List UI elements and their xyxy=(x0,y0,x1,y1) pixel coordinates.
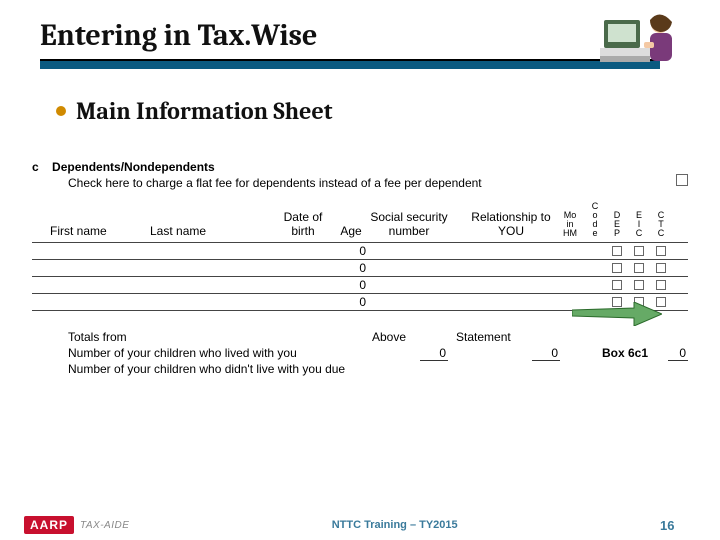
totals-label: Totals from xyxy=(68,330,127,344)
aarp-brand: AARP xyxy=(24,516,74,534)
footer-center: NTTC Training – TY2015 xyxy=(129,519,660,531)
table-body: 0 0 xyxy=(32,242,688,311)
table-header: First name Last name Date of birth Age S… xyxy=(32,202,688,242)
box-6c1-label: Box 6c1 xyxy=(602,346,648,360)
bullet-icon xyxy=(56,106,66,116)
eic-checkbox[interactable] xyxy=(628,277,650,293)
form-screenshot: c Dependents/Nondependents Check here to… xyxy=(32,160,688,190)
clipart-person-computer-icon xyxy=(600,8,680,68)
box-6c1-value: 0 xyxy=(668,346,688,361)
children-not-lived-label: Number of your children who didn't live … xyxy=(68,362,345,376)
eic-checkbox[interactable] xyxy=(628,243,650,259)
section-letter: c xyxy=(32,160,39,174)
ctc-checkbox[interactable] xyxy=(650,277,672,293)
dependents-table: First name Last name Date of birth Age S… xyxy=(32,202,688,311)
col-months: MoinHM xyxy=(556,211,584,238)
table-row: 0 xyxy=(32,243,688,260)
dep-checkbox[interactable] xyxy=(606,243,628,259)
footer: AARP TAX-AIDE NTTC Training – TY2015 16 xyxy=(0,510,720,540)
col-age: Age xyxy=(332,224,370,238)
col-ctc: CTC xyxy=(650,211,672,238)
aarp-logo: AARP TAX-AIDE xyxy=(24,516,129,534)
statement-label: Statement xyxy=(456,330,511,344)
bullet-item: Main Information Sheet xyxy=(0,69,720,139)
section-label: Dependents/Nondependents xyxy=(52,160,215,174)
ctc-checkbox[interactable] xyxy=(650,243,672,259)
ctc-checkbox[interactable] xyxy=(650,260,672,276)
col-dep: DEP xyxy=(606,211,628,238)
above-value: 0 xyxy=(420,346,448,361)
col-eic: EIC xyxy=(628,211,650,238)
dep-checkbox[interactable] xyxy=(606,260,628,276)
col-last-name: Last name xyxy=(150,224,250,238)
eic-checkbox[interactable] xyxy=(628,260,650,276)
bullet-label: Main Information Sheet xyxy=(76,97,333,125)
age-cell: 0 xyxy=(332,243,370,259)
flat-fee-checkbox[interactable] xyxy=(676,174,688,186)
age-cell: 0 xyxy=(332,260,370,276)
age-cell: 0 xyxy=(332,277,370,293)
table-row: 0 xyxy=(32,260,688,277)
above-label: Above xyxy=(372,330,406,344)
pointer-arrow-icon xyxy=(572,302,662,329)
col-first-name: First name xyxy=(50,224,150,238)
section-subtext: Check here to charge a flat fee for depe… xyxy=(68,176,688,190)
col-ssn: Social security number xyxy=(370,210,448,238)
col-relationship: Relationship to YOU xyxy=(466,210,556,238)
taxaide-label: TAX-AIDE xyxy=(80,520,129,531)
table-row: 0 xyxy=(32,277,688,294)
dep-checkbox[interactable] xyxy=(606,277,628,293)
col-dob: Date of birth xyxy=(274,210,332,238)
title-underline-bar xyxy=(40,59,660,69)
slide: Entering in Tax.Wise Main Information Sh… xyxy=(0,0,720,540)
col-code: Code xyxy=(584,202,606,238)
totals-block: Totals from Above Statement Number of yo… xyxy=(32,330,688,378)
statement-value: 0 xyxy=(532,346,560,361)
children-lived-label: Number of your children who lived with y… xyxy=(68,346,297,360)
page-number: 16 xyxy=(660,518,720,533)
age-cell: 0 xyxy=(332,294,370,310)
